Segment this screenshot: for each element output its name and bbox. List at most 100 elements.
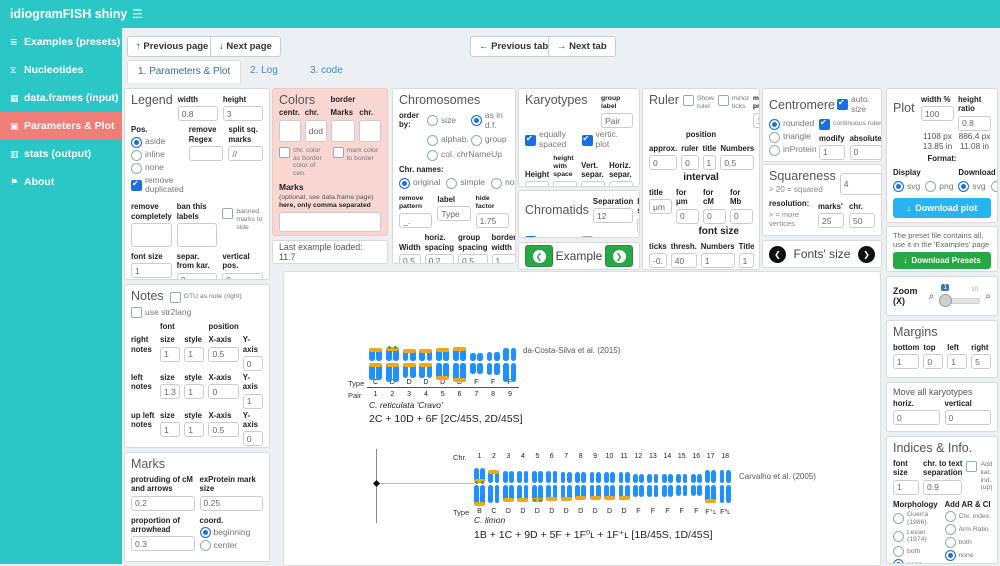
marks-coord-beginning[interactable]: beginning: [200, 527, 264, 538]
previous-example-button[interactable]: ❮: [525, 245, 553, 267]
plot-download-svg[interactable]: svg: [958, 181, 985, 192]
chromosomes-remove-pattern-input[interactable]: [399, 213, 432, 228]
radio-icon[interactable]: [769, 145, 780, 156]
plot-display-svg[interactable]: svg: [893, 181, 920, 192]
chromosomes-names-simple[interactable]: simple: [446, 178, 485, 189]
indices-morph-none[interactable]: none: [893, 559, 940, 564]
legend-remove-duplicated-checkbox[interactable]: remove duplicated: [131, 176, 184, 196]
chromatids-forbid-checkbox[interactable]: hol. forbid: [582, 236, 626, 238]
notes-right-x-input[interactable]: [208, 347, 238, 362]
radio-icon[interactable]: [925, 181, 936, 192]
legend-banned-side-checkbox[interactable]: banned marks to side: [222, 208, 263, 245]
legend-pos-aside[interactable]: aside: [131, 137, 184, 148]
menu-icon[interactable]: ☰: [132, 0, 143, 28]
radio-icon[interactable]: [471, 115, 482, 126]
chromosomes-bwidth-input[interactable]: [492, 254, 517, 264]
radio-icon[interactable]: [769, 119, 780, 130]
chromatids-sep-input[interactable]: [593, 208, 633, 223]
checkbox-icon[interactable]: [966, 461, 977, 472]
next-page-button[interactable]: ↓ Next page: [210, 36, 281, 57]
tab-parameters-plot[interactable]: 1. Parameters & Plot: [127, 60, 241, 83]
chromosomes-names-original[interactable]: original: [399, 178, 440, 189]
ruler-show-checkbox[interactable]: Show ruler: [683, 95, 714, 111]
ruler-mintick-input[interactable]: [753, 113, 760, 128]
radio-icon[interactable]: [769, 132, 780, 143]
centromere-auto-checkbox[interactable]: auto. size: [837, 95, 875, 115]
radio-icon[interactable]: [399, 178, 410, 189]
radio-icon[interactable]: [893, 181, 904, 192]
centromere-absolute-input[interactable]: [850, 145, 882, 160]
chromosomes-hide-input[interactable]: [476, 213, 509, 228]
sidebar-item-dataframes[interactable]: ▦data.frames (input): [0, 84, 122, 112]
indices-ar-none[interactable]: none: [945, 550, 992, 561]
checkbox-icon[interactable]: [819, 119, 830, 130]
radio-icon[interactable]: [958, 181, 969, 192]
karyotypes-hsep-input[interactable]: [609, 181, 633, 187]
karyotypes-vertic-checkbox[interactable]: vertic. plot: [582, 130, 634, 150]
checkbox-icon[interactable]: [131, 307, 142, 318]
ruler-minor-checkbox[interactable]: minor ticks: [718, 95, 749, 111]
squareness-chr-input[interactable]: [849, 213, 875, 228]
ruler-position-input[interactable]: [681, 155, 698, 170]
radio-icon[interactable]: [427, 115, 438, 126]
karyotypes-vsep-input[interactable]: [581, 181, 605, 187]
move-vertical-input[interactable]: [945, 410, 992, 425]
karyotypes-group-input[interactable]: [601, 113, 633, 128]
radio-icon[interactable]: [945, 511, 956, 522]
checkbox-icon[interactable]: [279, 147, 290, 158]
radio-icon[interactable]: [200, 540, 211, 551]
indices-ar-armratio[interactable]: Arm Ratio: [945, 524, 992, 535]
legend-separ-input[interactable]: [177, 273, 218, 280]
next-tab-button[interactable]: → Next tab: [548, 36, 616, 57]
indices-font-input[interactable]: [893, 480, 919, 495]
indices-morph-guerra[interactable]: Guerra (1986): [893, 511, 940, 527]
plot-width-input[interactable]: [921, 106, 954, 121]
legend-ban-input[interactable]: [177, 223, 218, 247]
centromere-triangle[interactable]: triangle: [769, 132, 815, 143]
legend-height-input[interactable]: [223, 106, 263, 121]
centromere-rounded[interactable]: rounded: [769, 119, 815, 130]
checkbox-icon[interactable]: [333, 147, 344, 158]
notes-right-size-input[interactable]: [160, 347, 180, 362]
margins-bottom-input[interactable]: [893, 354, 919, 369]
karyotypes-equally-checkbox[interactable]: equally spaced: [525, 130, 577, 150]
marks-exprotein-input[interactable]: [200, 496, 264, 511]
colors-marks-border-input[interactable]: [331, 120, 356, 142]
ruler-cm-input[interactable]: [703, 209, 726, 224]
indices-addkar-checkbox[interactable]: Add kar. ind. (up): [966, 461, 996, 493]
indices-morph-levan[interactable]: Levan (1974): [893, 529, 940, 545]
plot-download-png[interactable]: png: [991, 181, 998, 192]
previous-page-button[interactable]: ↑ Previous page: [127, 36, 217, 57]
radio-icon[interactable]: [427, 135, 438, 146]
legend-remove-completely-input[interactable]: [131, 223, 172, 247]
notes-left-size-input[interactable]: [160, 384, 180, 399]
ruler-mb-input[interactable]: [730, 209, 753, 224]
margins-right-input[interactable]: [971, 354, 991, 369]
radio-icon[interactable]: [491, 178, 502, 189]
legend-pos-none[interactable]: none: [131, 163, 184, 174]
notes-right-style-input[interactable]: [184, 347, 204, 362]
ruler-title-pos-input[interactable]: [703, 155, 717, 170]
notes-otu-checkbox[interactable]: OTU as note (right): [170, 292, 242, 303]
radio-icon[interactable]: [893, 559, 904, 564]
next-example-button[interactable]: ❯: [605, 245, 633, 267]
colors-mark-to-border-checkbox[interactable]: mark color to border: [333, 147, 382, 178]
squareness-squared-input[interactable]: [840, 173, 882, 195]
chromosomes-label-input[interactable]: [437, 206, 470, 221]
download-plot-button[interactable]: ↓Download plot: [893, 198, 991, 218]
radio-icon[interactable]: [471, 135, 482, 146]
notes-left-y-input[interactable]: [243, 394, 263, 409]
radio-icon[interactable]: [991, 181, 998, 192]
radio-icon[interactable]: [893, 513, 904, 524]
ruler-thresh-input[interactable]: [671, 253, 697, 268]
ruler-um-input[interactable]: [676, 209, 699, 224]
checkbox-icon[interactable]: [525, 135, 536, 146]
ruler-ititle-input[interactable]: [649, 199, 672, 214]
radio-icon[interactable]: [200, 527, 211, 538]
ruler-numbers-input[interactable]: [720, 155, 754, 170]
zoom-out-icon[interactable]: ⌕: [929, 291, 935, 302]
radio-icon[interactable]: [893, 531, 904, 542]
slider-thumb[interactable]: [939, 294, 952, 307]
fonts-larger-button[interactable]: ❯: [858, 246, 875, 263]
previous-tab-button[interactable]: ← Previous tab: [470, 36, 557, 57]
